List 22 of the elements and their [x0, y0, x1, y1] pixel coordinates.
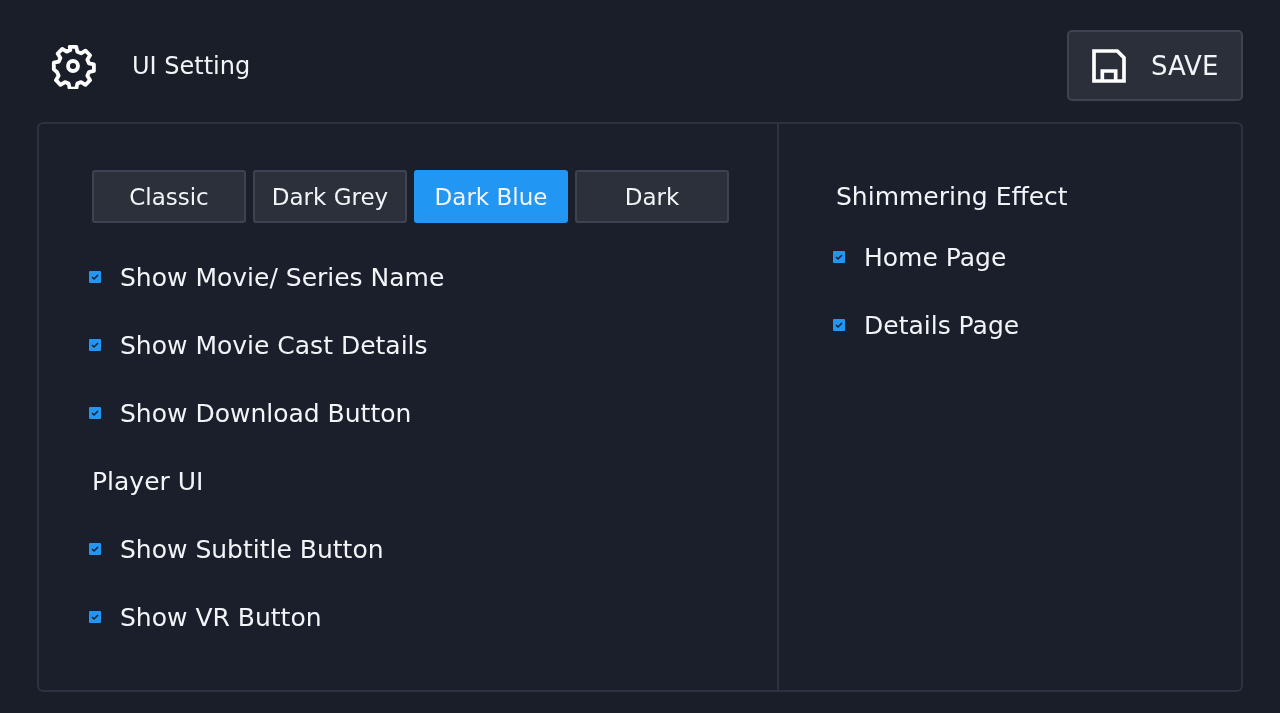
save-button[interactable]: SAVE — [1067, 30, 1243, 101]
option-label: Show Movie Cast Details — [120, 330, 428, 360]
section-heading: Player UI — [92, 466, 204, 496]
checkbox[interactable] — [833, 251, 845, 263]
checkbox[interactable] — [89, 271, 101, 283]
checkbox[interactable] — [833, 319, 845, 331]
section-heading: Shimmering Effect — [836, 182, 1068, 211]
theme-tab[interactable]: Dark — [575, 170, 729, 223]
option-label: Details Page — [864, 310, 1020, 340]
option-label: Home Page — [864, 242, 1007, 272]
checkbox[interactable] — [89, 543, 101, 555]
checkbox[interactable] — [89, 407, 101, 419]
settings-icon — [50, 42, 96, 89]
checkbox[interactable] — [89, 611, 101, 623]
checkbox[interactable] — [89, 339, 101, 351]
theme-tab[interactable]: Classic — [92, 170, 246, 223]
theme-tab[interactable]: Dark Grey — [253, 170, 407, 223]
option-label: Show Download Button — [120, 398, 412, 428]
option-label: Show VR Button — [120, 602, 322, 632]
option-label: Show Movie/ Series Name — [120, 262, 445, 292]
option-label: Show Subtitle Button — [120, 534, 384, 564]
page-title: UI Setting — [132, 51, 252, 80]
